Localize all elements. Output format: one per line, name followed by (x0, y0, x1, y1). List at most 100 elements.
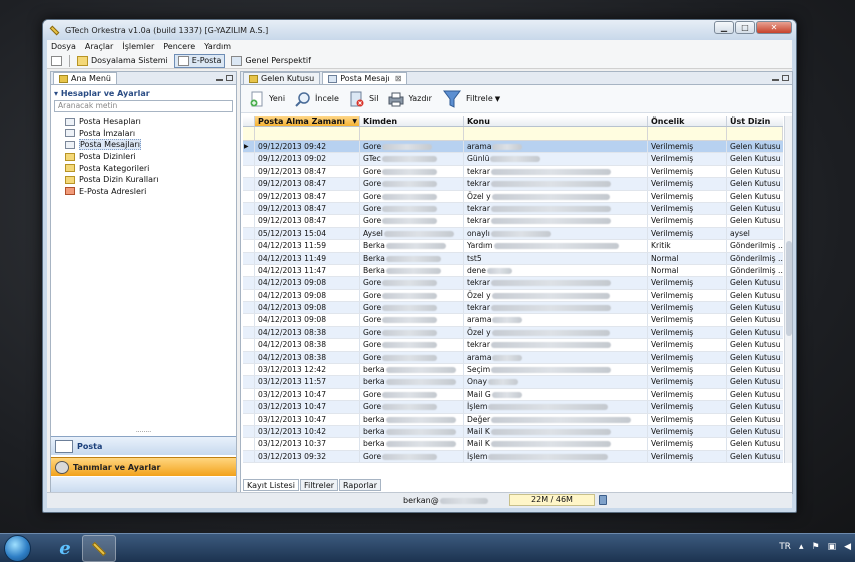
dropdown-arrow-icon[interactable]: ▼ (495, 95, 500, 103)
tree-item-posta-mesajlari[interactable]: Posta Mesajları (51, 139, 236, 151)
tree-label: Posta Hesapları (79, 117, 141, 127)
maximize-button[interactable]: □ (735, 21, 755, 34)
table-row[interactable]: ▶ 09/12/2013 09:42 Gore arama Verilmemiş Gele… (243, 141, 783, 154)
tab-gelen-kutusu[interactable]: Gelen Kutusu (243, 72, 321, 84)
tree-item-posta-dizinleri[interactable]: Posta Dizinleri (51, 151, 236, 163)
tree-item-posta-imzalari[interactable]: Posta İmzaları (51, 128, 236, 140)
table-row[interactable]: 03/12/2013 09:32 Gore İşlem Verilmemiş Gelen… (243, 450, 783, 464)
column-header-from[interactable]: Kimden (360, 116, 464, 126)
section-header[interactable]: ▾ Hesaplar ve Ayarlar (51, 85, 236, 100)
filter-cell-from[interactable] (360, 127, 464, 140)
table-row[interactable]: 09/12/2013 08:47 Gore tekrar Verilmemiş Gele… (243, 215, 783, 228)
filter-cell-priority[interactable] (648, 127, 727, 140)
cell-date: 04/12/2013 09:08 (255, 289, 360, 302)
maximize-view-icon[interactable] (226, 75, 233, 81)
table-row[interactable]: 04/12/2013 09:08 Gore tekrar Verilmemiş Gele… (243, 302, 783, 315)
language-indicator[interactable]: TR (779, 542, 791, 552)
internet-explorer-icon[interactable]: e (48, 535, 82, 562)
column-header-folder[interactable]: Üst Dizin (727, 116, 783, 126)
column-header-priority[interactable]: Öncelik (648, 116, 727, 126)
tree-item-posta-hesaplari[interactable]: Posta Hesapları (51, 116, 236, 128)
tree-item-posta-kategorileri[interactable]: Posta Kategorileri (51, 162, 236, 174)
column-header-date[interactable]: Posta Alma Zamanı ▼ (255, 116, 360, 126)
table-row[interactable]: 04/12/2013 11:47 Berka dene Normal Gönderilm… (243, 264, 783, 278)
table-row[interactable]: 04/12/2013 08:38 Gore tekrar Verilmemiş Gele… (243, 339, 783, 352)
table-row[interactable]: 03/12/2013 10:37 berka Mail K Verilmemiş Gel… (243, 438, 783, 451)
table-row[interactable]: 09/12/2013 08:47 Gore tekrar Verilmemiş Gele… (243, 202, 783, 216)
open-perspective-icon[interactable] (51, 55, 62, 66)
filter-button[interactable]: Filtrele ▼ (442, 89, 500, 109)
new-button[interactable]: Yeni (249, 91, 285, 107)
network-icon[interactable]: ▣ (828, 542, 837, 552)
table-row[interactable]: 04/12/2013 11:49 Berka tst5 Normal Gönderilm… (243, 252, 783, 265)
table-row[interactable]: 03/12/2013 10:47 Gore Mail G Verilmemiş Gele… (243, 388, 783, 402)
inspect-button[interactable]: İncele (295, 91, 339, 107)
table-row[interactable]: 04/12/2013 08:38 Gore Özel y Verilmemiş Gele… (243, 326, 783, 340)
cell-subject-text: arama (467, 142, 492, 151)
memory-indicator[interactable]: 22M / 46M (509, 494, 595, 506)
tab-posta-mesaji[interactable]: Posta Mesajı ⊠ (322, 72, 408, 84)
table-row[interactable]: 09/12/2013 08:47 Gore Özel y Verilmemiş Gele… (243, 190, 783, 203)
search-input[interactable]: Aranacak metin (54, 100, 233, 112)
tree-item-eposta-adresleri[interactable]: E-Posta Adresleri (51, 186, 236, 198)
perspective-genel[interactable]: Genel Perspektif (228, 55, 314, 67)
print-button[interactable]: Yazdır (388, 91, 432, 107)
menu-dosya[interactable]: Dosya (51, 42, 76, 51)
table-row[interactable]: 05/12/2013 15:04 Aysel onaylı Verilmemiş ays… (243, 227, 783, 241)
table-row[interactable]: 03/12/2013 10:42 berka Mail K Verilmemiş Gel… (243, 425, 783, 439)
table-row[interactable]: 03/12/2013 10:47 berka Değer Verilmemiş Gele… (243, 413, 783, 426)
trash-icon[interactable] (599, 495, 607, 505)
menu-yardim[interactable]: Yardım (204, 42, 231, 51)
tab-ana-menu[interactable]: Ana Menü (53, 72, 117, 84)
tab-kayit-listesi[interactable]: Kayıt Listesi (243, 479, 299, 491)
delete-button[interactable]: Sil (349, 91, 378, 107)
menu-pencere[interactable]: Pencere (163, 42, 195, 51)
minimize-view-icon[interactable] (216, 75, 223, 81)
splitter-handle[interactable]: ........ (51, 428, 236, 434)
tab-filtreler[interactable]: Filtreler (299, 479, 339, 491)
maximize-view-icon[interactable] (782, 75, 789, 81)
minimize-button[interactable]: ▁ (714, 21, 734, 34)
table-row[interactable]: 03/12/2013 11:57 berka Onay Verilmemiş Gelen… (243, 376, 783, 389)
orkestra-taskbar-button[interactable] (82, 535, 116, 562)
tab-raporlar[interactable]: Raporlar (339, 479, 381, 491)
cell-date: 04/12/2013 11:59 (255, 240, 360, 252)
tray-expand-icon[interactable]: ▴ (799, 542, 804, 552)
filter-cell-subject[interactable] (464, 127, 648, 140)
table-row[interactable]: 03/12/2013 12:42 berka Seçim Verilmemiş Gele… (243, 364, 783, 377)
nav-posta-button[interactable]: Posta (51, 436, 236, 455)
table-row[interactable]: 04/12/2013 08:38 Gore arama Verilmemiş Gelen… (243, 351, 783, 365)
table-row[interactable]: 09/12/2013 08:47 Gore tekrar Verilmemiş Gele… (243, 165, 783, 179)
volume-icon[interactable]: ◀ (844, 542, 851, 552)
cell-date: 09/12/2013 08:47 (255, 165, 360, 178)
table-row[interactable]: 04/12/2013 11:59 Berka Yardım Kritik Gönderi… (243, 240, 783, 253)
table-row[interactable]: 04/12/2013 09:08 Gore tekrar Verilmemiş Gele… (243, 277, 783, 290)
table-row[interactable]: 03/12/2013 10:47 Gore İşlem Verilmemiş Gelen… (243, 401, 783, 414)
cell-priority: Verilmemiş (648, 141, 727, 153)
filter-cell-folder[interactable] (727, 127, 783, 140)
title-bar[interactable]: GTech Orkestra v1.0a (build 1337) [G-YAZ… (43, 20, 796, 40)
start-button[interactable] (4, 535, 31, 562)
menu-araclar[interactable]: Araçlar (85, 42, 113, 51)
table-row[interactable]: 04/12/2013 09:08 Gore Özel y Verilmemiş Gele… (243, 289, 783, 303)
table-row[interactable]: 04/12/2013 09:08 Gore arama Verilmemiş Gelen… (243, 314, 783, 327)
filter-cell-date[interactable] (255, 127, 360, 140)
cell-subject-text: tekrar (467, 340, 490, 350)
vertical-scrollbar[interactable] (784, 116, 792, 463)
tree-item-posta-dizin-kurallari[interactable]: Posta Dizin Kuralları (51, 174, 236, 186)
collapse-triangle-icon[interactable]: ▾ (54, 89, 58, 98)
redacted-text (385, 441, 456, 448)
tab-close-icon[interactable]: ⊠ (395, 74, 402, 83)
nav-tanimlar-button[interactable]: Tanımlar ve Ayarlar (51, 457, 236, 476)
menu-islemler[interactable]: İşlemler (122, 42, 154, 51)
perspective-dosyalama[interactable]: Dosyalama Sistemi (74, 55, 171, 67)
flag-icon[interactable]: ⚑ (811, 542, 819, 552)
minimize-view-icon[interactable] (772, 75, 779, 81)
table-row[interactable]: 09/12/2013 09:02 GTec Günlü Verilmemiş Gelen… (243, 153, 783, 166)
scrollbar-thumb[interactable] (786, 241, 792, 336)
perspective-eposta[interactable]: E-Posta (173, 53, 226, 68)
table-row[interactable]: 09/12/2013 08:47 Gore tekrar Verilmemiş Gele… (243, 178, 783, 191)
column-header-subject[interactable]: Konu (464, 116, 648, 126)
close-button[interactable]: ✕ (756, 21, 792, 34)
row-indicator (243, 376, 255, 388)
